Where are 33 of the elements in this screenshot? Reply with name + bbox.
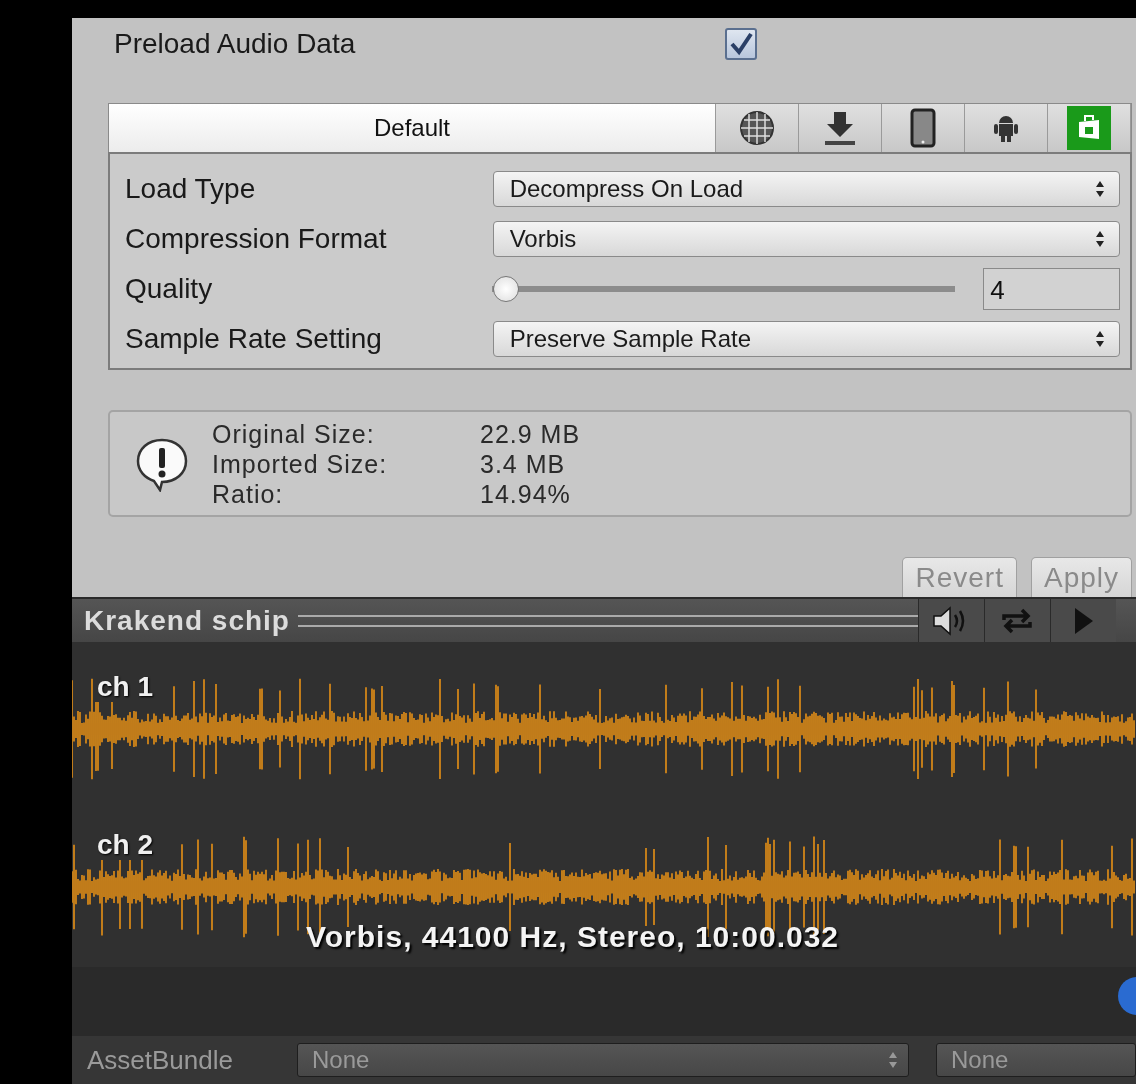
quality-field[interactable]: 4 — [983, 268, 1120, 310]
dropdown-arrows-icon — [1095, 230, 1105, 248]
info-value: 22.9 MB — [480, 418, 581, 449]
slider-thumb[interactable] — [493, 276, 520, 302]
info-label: Ratio: — [212, 478, 285, 509]
info-label: Original Size: — [212, 418, 376, 449]
setting-label: Quality — [125, 273, 214, 305]
setting-label: Sample Rate Setting — [125, 323, 383, 355]
setting-label: Load Type — [125, 173, 257, 205]
assetbundle-label: AssetBundle — [87, 1044, 234, 1076]
badge-icon — [1116, 977, 1136, 1015]
dropdown-arrows-icon — [1095, 180, 1105, 198]
info-label: Imported Size: — [212, 448, 389, 479]
audio-info-caption: Vorbis, 44100 Hz, Stereo, 10:00.032 — [306, 920, 840, 954]
globe-icon — [738, 109, 776, 147]
preload-label: Preload Audio Data — [114, 28, 356, 60]
drag-handle[interactable] — [297, 614, 918, 627]
store-icon — [1067, 106, 1111, 150]
platform-tab[interactable]: Default — [109, 104, 716, 152]
setting-dropdown[interactable]: Preserve Sample Rate — [492, 321, 1120, 357]
download-icon — [824, 110, 856, 146]
setting-dropdown[interactable]: Decompress On Load — [492, 171, 1120, 207]
phone-icon — [910, 108, 936, 148]
setting-label: Compression Format — [125, 223, 388, 255]
dropdown-arrows-icon — [888, 1051, 898, 1069]
dropdown-arrows-icon — [1095, 330, 1105, 348]
info-value: 14.94% — [480, 478, 572, 509]
preload-checkbox[interactable] — [725, 28, 758, 60]
info-value: 3.4 MB — [480, 448, 567, 479]
android-icon — [994, 113, 1018, 143]
preview-title: Krakend schip — [84, 604, 290, 637]
speaker-button[interactable] — [917, 599, 984, 642]
setting-dropdown[interactable]: Vorbis — [492, 221, 1120, 257]
